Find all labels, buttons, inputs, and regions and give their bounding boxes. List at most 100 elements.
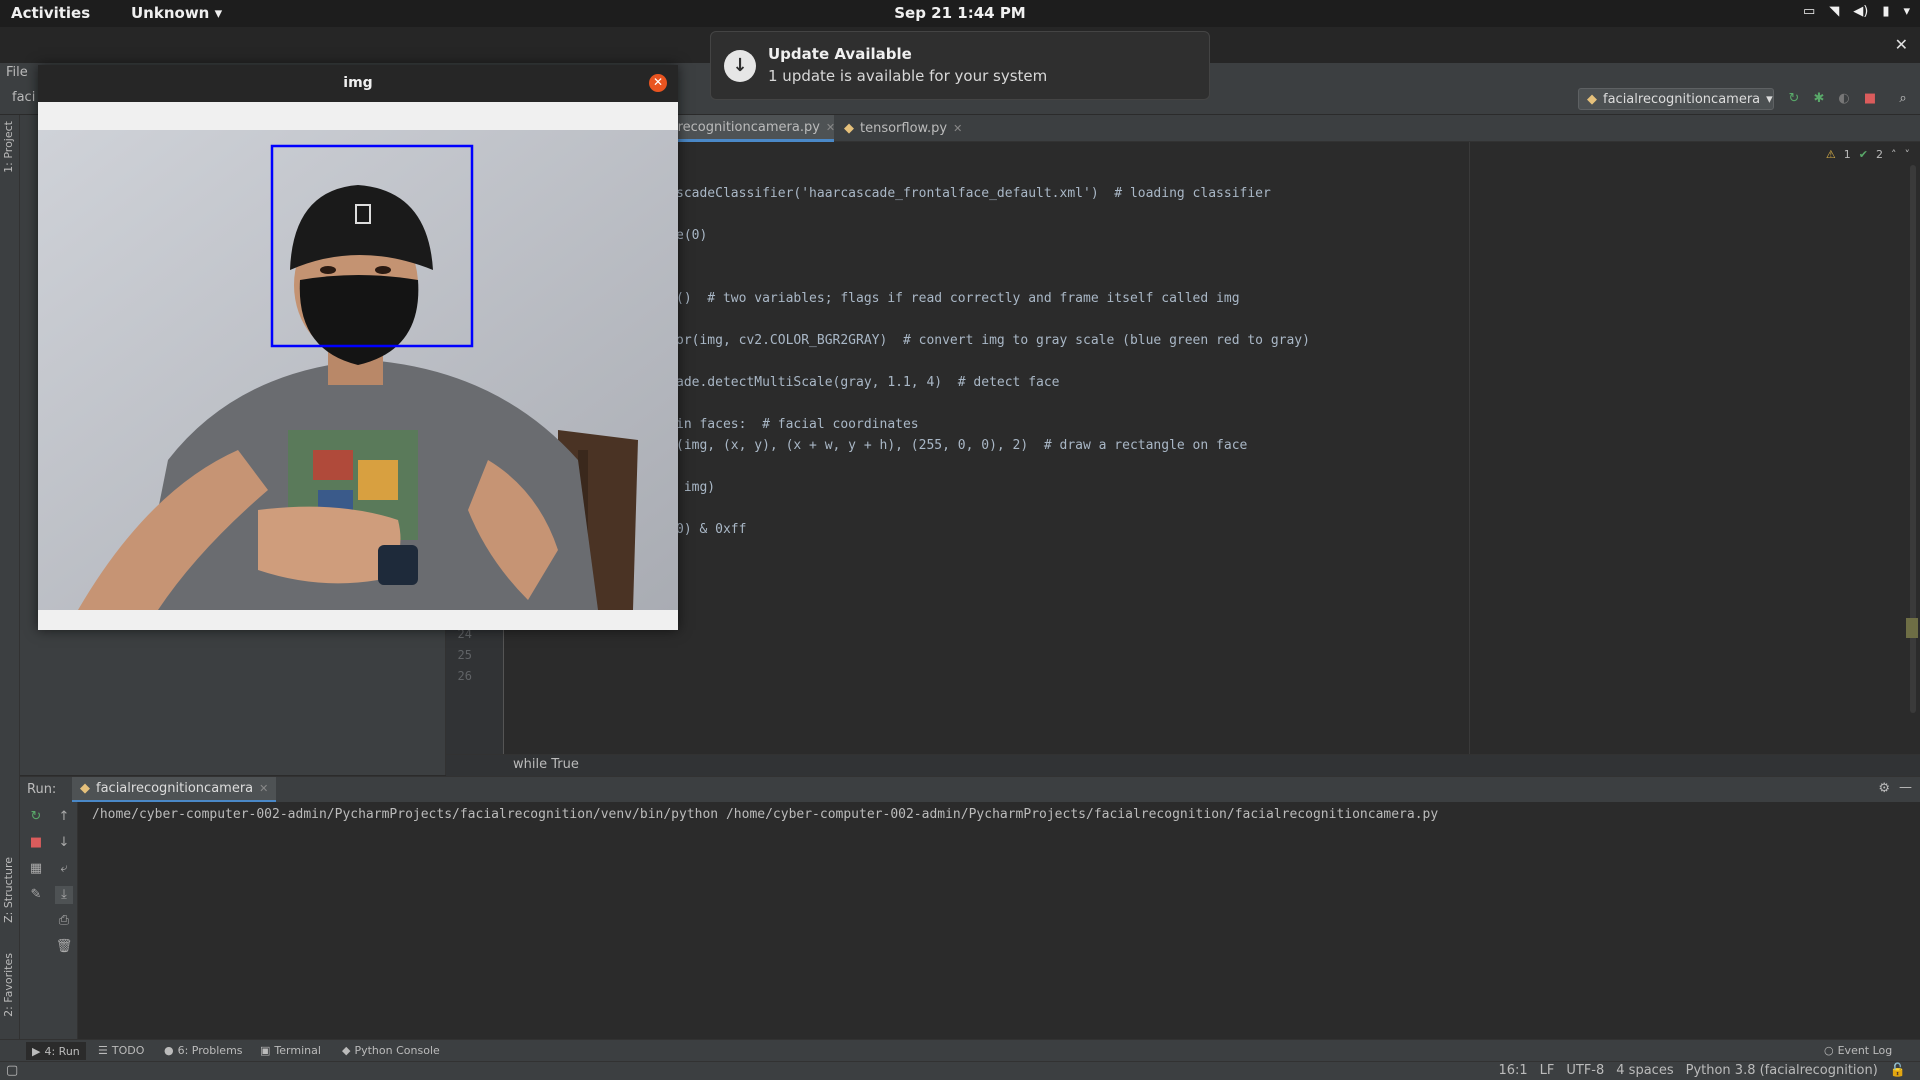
project-breadcrumb[interactable]: faci (12, 90, 35, 105)
right-margin-guide (1469, 142, 1470, 754)
tab-tensorflow[interactable]: ◆ tensorflow.py ✕ (836, 115, 970, 142)
left-tool-strip: 1: Project Z: Structure 2: Favorites (0, 115, 20, 1065)
debug-icon[interactable]: ✱ (1811, 91, 1827, 107)
minimize-icon[interactable]: — (1899, 780, 1912, 795)
pin-icon[interactable]: ✎ (27, 886, 45, 904)
arrow-up-icon[interactable]: ↑ (55, 808, 73, 826)
stop-icon[interactable]: ■ (27, 834, 45, 852)
tool-run[interactable]: ▶ 4: Run (26, 1042, 86, 1060)
bottom-tool-bar: ▶ 4: Run ☰ TODO ● 6: Problems ▣ Terminal ◆ Py… (0, 1039, 1920, 1061)
tool-terminal[interactable]: ▣ Terminal (260, 1044, 321, 1057)
webcam-image (38, 130, 678, 610)
python-icon: ◆ (342, 1044, 351, 1057)
code-line: (img, (x, y), (x + w, y + h), (255, 0, 0… (676, 438, 1248, 453)
camera-frame (38, 130, 678, 610)
weak-warning-count: 2 (1876, 148, 1883, 161)
img-window-title[interactable]: img (38, 65, 678, 102)
event-log-icon: ○ (1824, 1044, 1834, 1057)
stop-icon[interactable]: ■ (1862, 91, 1878, 107)
code-line: () # two variables; flags if read correc… (676, 291, 1240, 306)
run-tab-label: facialrecognitioncamera (96, 781, 254, 796)
chevron-down-icon: ▾ (1766, 91, 1773, 107)
python-icon: ◆ (844, 121, 854, 136)
tool-problems[interactable]: ● 6: Problems (164, 1044, 243, 1057)
run-toolbar: ↻ ■ ▦ ✎ ↑ ↓ ⤶ ⤓ ⎙ 🗑 (20, 802, 78, 1039)
battery-icon[interactable]: ▮ (1882, 4, 1889, 19)
scroll-marker[interactable] (1906, 618, 1918, 638)
play-icon: ▶ (32, 1044, 41, 1058)
chevron-down-icon[interactable]: ▾ (1903, 4, 1910, 19)
run-panel-header: Run: ◆ facialrecognitioncamera ✕ ⚙ — (20, 776, 1920, 803)
check-icon: ✔ (1858, 148, 1868, 161)
rerun-icon[interactable]: ↻ (27, 808, 45, 826)
gnome-top-bar: Activities Unknown ▾ Sep 21 1:44 PM ▭ ◥ … (0, 0, 1920, 27)
close-tab-icon[interactable]: ✕ (953, 122, 962, 135)
caret-position[interactable]: 16:1 (1498, 1063, 1527, 1078)
download-icon: ↓ (724, 50, 756, 82)
line-separator[interactable]: LF (1540, 1063, 1555, 1078)
close-tab-icon[interactable]: ✕ (826, 121, 835, 134)
close-tab-icon[interactable]: ✕ (259, 782, 268, 795)
print-icon[interactable]: ⎙ (55, 912, 73, 930)
code-editor[interactable]: scadeClassifier('haarcascade_frontalface… (504, 142, 1920, 754)
tab-structure[interactable]: Z: Structure (2, 857, 15, 923)
menu-file[interactable]: File (6, 65, 28, 80)
python-icon: ◆ (80, 781, 90, 796)
update-notification[interactable]: ↓ Update Available 1 update is available… (710, 31, 1210, 100)
tab-label: alrecognitioncamera.py (666, 119, 820, 135)
tab-favorites[interactable]: 2: Favorites (2, 953, 15, 1017)
run-config-select[interactable]: ◆ facialrecognitioncamera ▾ (1578, 88, 1774, 110)
inspection-widget[interactable]: ⚠ 1 ✔ 2 ˄ ˅ (1826, 148, 1910, 161)
code-line: in faces: # facial coordinates (676, 417, 919, 432)
settings-icon[interactable]: ⚙ (1878, 781, 1890, 796)
search-icon[interactable]: ⌕ (1895, 91, 1911, 107)
warning-count: 1 (1843, 148, 1851, 161)
code-line: ade.detectMultiScale(gray, 1.1, 4) # det… (676, 375, 1060, 390)
tab-project[interactable]: 1: Project (2, 121, 15, 173)
file-encoding[interactable]: UTF-8 (1566, 1063, 1604, 1078)
code-line: scadeClassifier('haarcascade_frontalface… (676, 186, 1271, 201)
notification-title: Update Available (768, 45, 912, 63)
layout-icon[interactable]: ▦ (27, 860, 45, 878)
layout-toggle-icon[interactable]: ▢ (6, 1063, 18, 1078)
rerun-icon[interactable]: ↻ (1786, 91, 1802, 107)
code-line: 0) & 0xff (676, 522, 747, 537)
run-console[interactable]: /home/cyber-computer-002-admin/PycharmPr… (78, 802, 1920, 1039)
close-icon[interactable]: ✕ (649, 74, 667, 92)
python-interpreter[interactable]: Python 3.8 (facialrecognition) (1686, 1063, 1878, 1078)
list-icon: ☰ (98, 1044, 108, 1057)
clock[interactable]: Sep 21 1:44 PM (0, 4, 1920, 22)
console-output: /home/cyber-computer-002-admin/PycharmPr… (92, 807, 1439, 822)
tool-event-log[interactable]: ○ Event Log (1824, 1044, 1892, 1057)
arrow-down-icon[interactable]: ↓ (55, 834, 73, 852)
python-icon: ◆ (1587, 91, 1597, 107)
notification-body: 1 update is available for your system (768, 67, 1048, 85)
system-tray[interactable]: ▭ ◥ ◀) ▮ ▾ (1803, 4, 1910, 19)
chevron-down-icon[interactable]: ˅ (1905, 148, 1911, 161)
scroll-to-end-icon[interactable]: ⤓ (55, 886, 73, 904)
volume-icon[interactable]: ◀) (1853, 4, 1868, 19)
line-number: 26 (457, 669, 472, 683)
img-window[interactable]: img ✕ (38, 65, 678, 630)
coverage-icon[interactable]: ◐ (1836, 91, 1852, 107)
status-bar: ▢ 16:1 LF UTF-8 4 spaces Python 3.8 (fac… (0, 1061, 1920, 1080)
terminal-icon: ▣ (260, 1044, 271, 1057)
lock-icon[interactable]: 🔓 (1890, 1063, 1906, 1078)
indent-setting[interactable]: 4 spaces (1616, 1063, 1673, 1078)
tab-facialrecognitioncamera[interactable]: alrecognitioncamera.py ✕ (658, 115, 835, 142)
tool-python-console[interactable]: ◆ Python Console (342, 1044, 440, 1057)
wifi-icon[interactable]: ◥ (1829, 4, 1839, 19)
trash-icon[interactable]: 🗑 (55, 938, 73, 956)
run-config-label: facialrecognitioncamera (1603, 91, 1761, 107)
tab-label: tensorflow.py (860, 121, 948, 136)
soft-wrap-icon[interactable]: ⤶ (55, 860, 73, 878)
tool-todo[interactable]: ☰ TODO (98, 1044, 144, 1057)
run-label: Run: (27, 782, 57, 797)
chevron-up-icon[interactable]: ˄ (1891, 148, 1897, 161)
close-window-icon[interactable]: ✕ (1895, 35, 1908, 54)
code-breadcrumb[interactable]: while True (446, 754, 1920, 776)
code-line: or(img, cv2.COLOR_BGR2GRAY) # convert im… (676, 333, 1310, 348)
display-icon[interactable]: ▭ (1803, 4, 1815, 19)
run-tab[interactable]: ◆ facialrecognitioncamera ✕ (72, 777, 277, 803)
code-line: e(0) (676, 228, 708, 243)
